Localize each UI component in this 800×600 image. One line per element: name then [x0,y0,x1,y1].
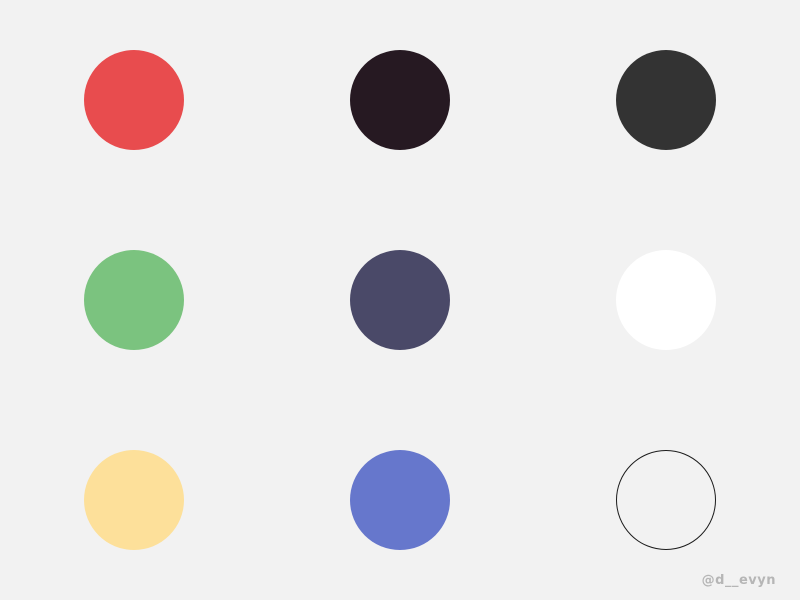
credit-watermark: @d__evyn [701,573,776,588]
swatch-outline [616,450,716,550]
swatch-slate-indigo [350,250,450,350]
swatch-green [84,250,184,350]
swatch-charcoal [616,50,716,150]
swatch-white [616,250,716,350]
swatch-periwinkle [350,450,450,550]
swatch-dark-plum [350,50,450,150]
swatch-red [84,50,184,150]
swatch-grid [0,0,800,600]
swatch-pale-yellow [84,450,184,550]
palette-canvas: @d__evyn [0,0,800,600]
